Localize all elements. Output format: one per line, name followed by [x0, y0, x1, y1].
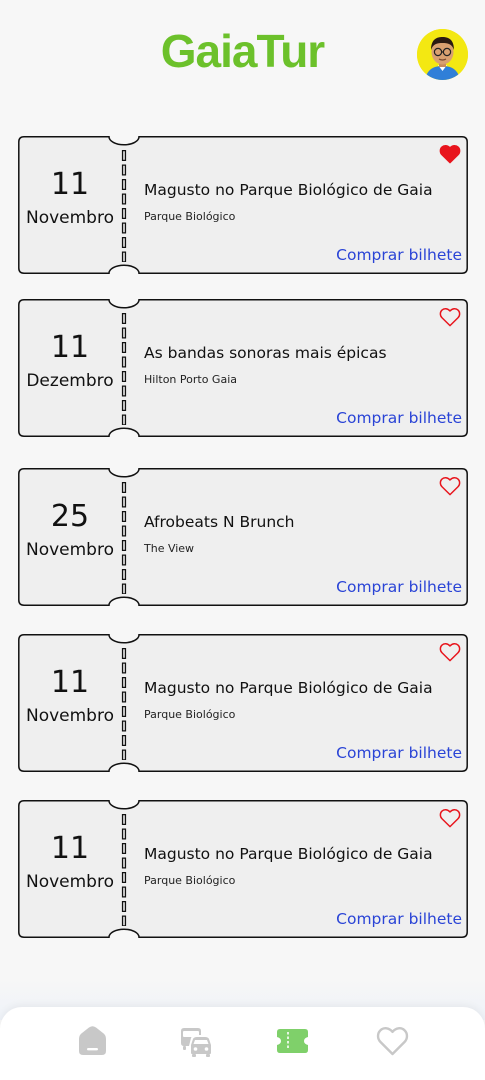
buy-ticket-link[interactable]: Comprar bilhete: [336, 910, 462, 928]
nav-transport[interactable]: [178, 1025, 212, 1063]
nav-tickets[interactable]: [276, 1025, 309, 1061]
event-ticket[interactable]: 11 Dezembro As bandas sonoras mais épica…: [18, 299, 468, 437]
event-venue: The View: [144, 542, 195, 555]
event-month: Novembro: [25, 208, 114, 228]
event-ticket[interactable]: 11 Novembro Magusto no Parque Biológico …: [18, 136, 468, 274]
event-venue: Parque Biológico: [144, 210, 236, 223]
heart-outline-icon[interactable]: [439, 642, 461, 662]
transport-icon: [181, 1028, 211, 1057]
event-day: 25: [50, 499, 90, 534]
event-ticket[interactable]: 11 Novembro Magusto no Parque Biológico …: [18, 800, 468, 938]
event-title: Afrobeats N Brunch: [144, 513, 295, 531]
event-day: 11: [50, 665, 90, 700]
favorites-icon: [376, 1027, 409, 1056]
heart-outline-icon[interactable]: [439, 307, 461, 327]
bottom-nav: [0, 1007, 485, 1080]
event-ticket[interactable]: 11 Novembro Magusto no Parque Biológico …: [18, 634, 468, 772]
home-icon: [79, 1026, 106, 1055]
event-day: 11: [50, 330, 90, 365]
event-month: Dezembro: [26, 371, 114, 391]
event-title: Magusto no Parque Biológico de Gaia: [144, 181, 433, 199]
buy-ticket-link[interactable]: Comprar bilhete: [336, 246, 462, 264]
event-venue: Parque Biológico: [144, 874, 236, 887]
event-month: Novembro: [25, 540, 114, 560]
app-header: GaiaTur: [0, 0, 485, 110]
user-avatar-icon: [417, 29, 468, 80]
user-avatar[interactable]: [417, 29, 468, 80]
heart-icon[interactable]: [439, 144, 461, 164]
tickets-icon: [277, 1029, 308, 1053]
app-logo: GaiaTur: [160, 25, 325, 77]
event-day: 11: [50, 167, 90, 202]
event-venue: Hilton Porto Gaia: [144, 373, 237, 386]
nav-home[interactable]: [76, 1025, 109, 1061]
buy-ticket-link[interactable]: Comprar bilhete: [336, 409, 462, 427]
event-venue: Parque Biológico: [144, 708, 236, 721]
heart-outline-icon[interactable]: [439, 476, 461, 496]
event-ticket[interactable]: 25 Novembro Afrobeats N Brunch The View …: [18, 468, 468, 606]
event-title: Magusto no Parque Biológico de Gaia: [144, 845, 433, 863]
event-title: Magusto no Parque Biológico de Gaia: [144, 679, 433, 697]
event-month: Novembro: [25, 706, 114, 726]
event-title: As bandas sonoras mais épicas: [144, 344, 387, 362]
heart-outline-icon[interactable]: [439, 808, 461, 828]
buy-ticket-link[interactable]: Comprar bilhete: [336, 744, 462, 762]
buy-ticket-link[interactable]: Comprar bilhete: [336, 578, 462, 596]
nav-favorites[interactable]: [376, 1025, 409, 1061]
event-month: Novembro: [25, 872, 114, 892]
event-day: 11: [50, 831, 90, 866]
